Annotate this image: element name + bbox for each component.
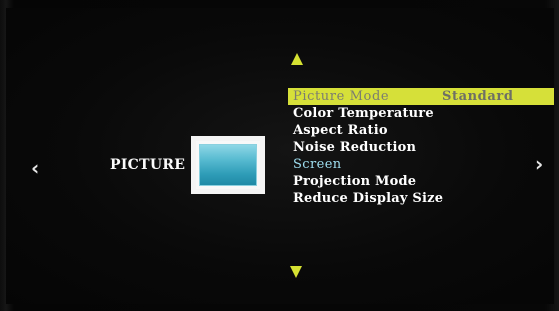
menu-item-label: Aspect Ratio xyxy=(293,123,388,138)
menu-item-reduce-display-size[interactable]: Reduce Display Size xyxy=(288,190,554,207)
menu-item-color-temperature[interactable]: Color Temperature xyxy=(288,105,554,122)
picture-icon xyxy=(191,136,265,194)
menu-item-noise-reduction[interactable]: Noise Reduction xyxy=(288,139,554,156)
picture-icon-screen xyxy=(199,144,257,186)
menu-item-label: Noise Reduction xyxy=(293,140,417,155)
menu-item-label: Screen xyxy=(293,157,342,172)
menu-item-projection-mode[interactable]: Projection Mode xyxy=(288,173,554,190)
menu-item-label: Color Temperature xyxy=(293,106,434,121)
picture-mode-value: Standard xyxy=(442,89,514,104)
menu-item-screen: Screen xyxy=(288,156,554,173)
down-arrow-icon[interactable] xyxy=(290,266,302,278)
up-arrow-icon[interactable] xyxy=(291,53,303,65)
menu-item-picture-mode[interactable]: Picture Mode Standard xyxy=(288,88,554,105)
menu-item-label: Picture Mode xyxy=(293,89,390,104)
menu-item-label: Reduce Display Size xyxy=(293,191,444,206)
menu-item-label: Projection Mode xyxy=(293,174,417,189)
left-arrow-icon[interactable]: ‹ xyxy=(31,158,39,178)
picture-category-label: PICTURE xyxy=(110,157,186,173)
tv-osd-screen: { "menu": { "category": "PICTURE", "icon… xyxy=(0,0,559,311)
picture-menu-list: Picture Mode Standard Color Temperature … xyxy=(288,88,554,207)
menu-item-aspect-ratio[interactable]: Aspect Ratio xyxy=(288,122,554,139)
